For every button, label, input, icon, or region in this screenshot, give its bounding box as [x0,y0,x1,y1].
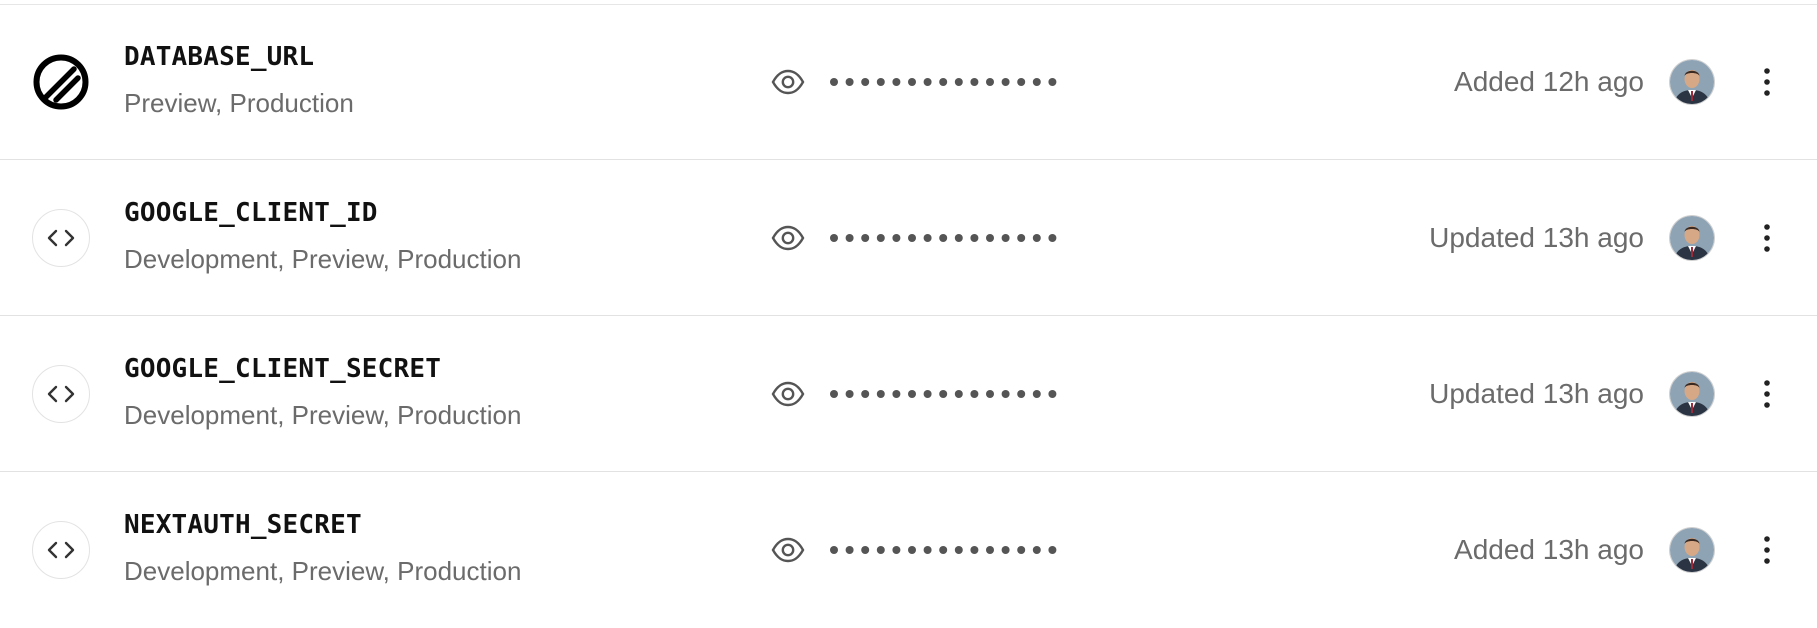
mask-dot [986,546,994,554]
mask-dot [845,390,854,398]
more-options-icon[interactable] [1750,218,1784,258]
mask-dot [954,234,963,242]
mask-dot [1032,234,1041,242]
more-options-icon[interactable] [1750,530,1784,570]
mask-dot [861,390,870,398]
env-var-name: GOOGLE_CLIENT_ID [124,198,378,228]
mask-dot [876,546,885,554]
reveal-value-eye-icon[interactable] [770,64,806,100]
mask-dot [830,390,838,398]
env-var-row[interactable]: GOOGLE_CLIENT_ID Development, Preview, P… [0,160,1817,316]
status-timestamp: Added 13h ago [1454,534,1644,565]
mask-dot [876,78,885,86]
mask-dot [1048,546,1057,554]
mask-dot [1017,78,1026,86]
mask-dot [908,78,916,86]
user-avatar [1670,528,1714,572]
mask-dot [845,234,854,242]
mask-dot [923,390,932,398]
mask-dot [1017,546,1026,554]
mask-dot [1017,390,1026,398]
env-var-row[interactable]: NEXTAUTH_SECRET Development, Preview, Pr… [0,472,1817,628]
code-icon [32,208,90,267]
env-var-environments: Preview, Production [124,88,354,118]
code-icon [32,364,90,423]
mask-dot [1032,78,1041,86]
reveal-value-eye-icon[interactable] [770,532,806,568]
mask-dot [1001,390,1010,398]
mask-dot [1001,78,1010,86]
status-timestamp: Updated 13h ago [1429,222,1644,253]
env-var-environments: Development, Preview, Production [124,400,522,430]
integration-logo-icon [32,53,90,111]
env-var-list: DATABASE_URL Preview, Production Added 1… [0,0,1817,622]
mask-dot [1001,234,1010,242]
mask-dot [845,546,854,554]
mask-dot [876,234,885,242]
mask-dot [970,546,979,554]
mask-dot [923,546,932,554]
mask-dot [923,234,932,242]
mask-dot [939,234,948,242]
mask-dot [939,546,948,554]
mask-dot [830,546,838,554]
mask-dot [939,78,948,86]
mask-dot [861,78,870,86]
mask-dot [970,78,979,86]
mask-dot [908,390,916,398]
mask-dot [970,390,979,398]
masked-value [828,65,1068,99]
mask-dot [1048,234,1057,242]
code-icon [32,521,90,579]
more-options-icon[interactable] [1750,374,1784,414]
mask-dot [1032,546,1041,554]
mask-dot [954,546,963,554]
mask-dot [1048,78,1057,86]
mask-dot [908,234,916,242]
mask-dot [1017,234,1026,242]
user-avatar [1670,216,1714,260]
env-var-environments: Development, Preview, Production [124,244,522,274]
masked-value [828,221,1068,255]
mask-dot [861,234,870,242]
mask-dot [908,546,916,554]
mask-dot [861,546,870,554]
reveal-value-eye-icon[interactable] [770,376,806,412]
mask-dot [892,546,901,554]
masked-value [828,533,1068,567]
mask-dot [986,390,994,398]
status-timestamp: Updated 13h ago [1429,378,1644,409]
more-options-icon[interactable] [1750,62,1784,102]
user-avatar [1670,372,1714,416]
mask-dot [892,390,901,398]
env-var-name: NEXTAUTH_SECRET [124,510,362,540]
env-var-name: GOOGLE_CLIENT_SECRET [124,354,442,384]
mask-dot [892,234,901,242]
env-var-row[interactable]: DATABASE_URL Preview, Production Added 1… [0,4,1817,160]
mask-dot [923,78,932,86]
masked-value [828,377,1068,411]
mask-dot [830,234,838,242]
mask-dot [830,78,838,86]
mask-dot [954,390,963,398]
mask-dot [939,390,948,398]
mask-dot [1048,390,1057,398]
mask-dot [986,78,994,86]
env-var-name: DATABASE_URL [124,42,315,72]
mask-dot [876,390,885,398]
env-var-row[interactable]: GOOGLE_CLIENT_SECRET Development, Previe… [0,316,1817,472]
mask-dot [1001,546,1010,554]
reveal-value-eye-icon[interactable] [770,220,806,256]
mask-dot [970,234,979,242]
mask-dot [1032,390,1041,398]
mask-dot [954,78,963,86]
status-timestamp: Added 12h ago [1454,66,1644,97]
mask-dot [986,234,994,242]
env-var-environments: Development, Preview, Production [124,556,522,586]
user-avatar [1670,60,1714,104]
mask-dot [892,78,901,86]
mask-dot [845,78,854,86]
